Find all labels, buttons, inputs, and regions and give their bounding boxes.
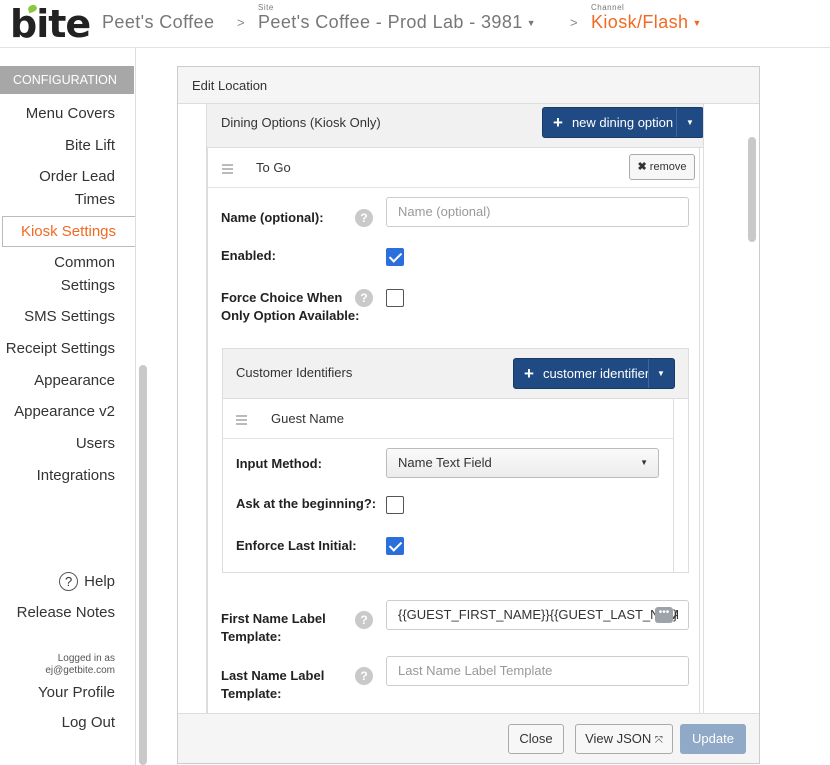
last-name-template-label: Last Name Label Template: <box>221 668 325 701</box>
close-icon: ✖ <box>637 161 647 173</box>
first-name-template-label: First Name Label Template: <box>221 611 326 644</box>
sidebar-item-receipt-settings[interactable]: Receipt Settings <box>6 337 115 360</box>
input-method-select[interactable]: Name Text Field ▼ <box>386 448 659 478</box>
modal-title: Edit Location <box>178 67 759 104</box>
name-input[interactable]: Name (optional) <box>386 197 689 227</box>
sidebar-item-order-lead-times[interactable]: Order Lead Times <box>39 165 115 211</box>
channel-label: Channel <box>591 3 625 12</box>
breadcrumb-separator: > <box>237 15 245 30</box>
edit-location-modal: Edit Location Dining Options (Kiosk Only… <box>177 66 760 764</box>
modal-scrollbar[interactable] <box>748 137 756 242</box>
enforce-last-initial-checkbox[interactable] <box>386 537 404 555</box>
chevron-down-icon: ▼ <box>640 458 648 467</box>
top-bar: bite Peet's Coffee > Site Peet's Coffee … <box>0 0 830 48</box>
ask-at-beginning-checkbox[interactable] <box>386 496 404 514</box>
sidebar-item-appearance[interactable]: Appearance <box>34 369 115 392</box>
force-choice-label: Force Choice When Only Option Available: <box>221 290 360 323</box>
plus-icon: + <box>553 113 563 132</box>
modal-body: Dining Options (Kiosk Only) + new dining … <box>206 104 704 714</box>
sidebar-item-menu-covers[interactable]: Menu Covers <box>26 102 115 125</box>
customer-identifiers-header: Customer Identifiers + customer identifie… <box>223 349 688 399</box>
view-json-button[interactable]: View JSON ⤧ <box>575 724 673 754</box>
sidebar-item-sms-settings[interactable]: SMS Settings <box>24 305 115 328</box>
last-name-template-input[interactable]: Last Name Label Template <box>386 656 689 686</box>
logged-in-label: Logged in as <box>57 653 115 664</box>
customer-identifier-card: Guest Name Input Method: Name Text Field… <box>223 399 674 572</box>
chevron-down-icon: ▼ <box>686 118 694 127</box>
help-link[interactable]: ? Help <box>59 570 115 593</box>
enabled-checkbox[interactable] <box>386 248 404 266</box>
chevron-down-icon: ▼ <box>526 18 536 29</box>
your-profile-link[interactable]: Your Profile <box>38 681 115 704</box>
help-icon[interactable]: ? <box>355 611 373 629</box>
sidebar-item-users[interactable]: Users <box>76 432 115 455</box>
sidebar-item-label: Common <box>54 254 115 271</box>
sidebar: CONFIGURATION Menu Covers Bite Lift Orde… <box>0 48 136 765</box>
breadcrumb-channel[interactable]: Kiosk/Flash ▼ <box>591 12 702 33</box>
breadcrumb-site[interactable]: Peet's Coffee - Prod Lab - 3981 ▼ <box>258 12 536 33</box>
sidebar-item-kiosk-settings[interactable]: Kiosk Settings <box>2 216 135 247</box>
sidebar-item-label: Order Lead <box>39 168 115 185</box>
ask-at-beginning-label: Ask at the beginning?: <box>236 496 377 511</box>
new-dining-option-button[interactable]: + new dining option ▼ <box>542 107 703 138</box>
help-icon[interactable]: ? <box>355 209 373 227</box>
chevron-down-icon: ▼ <box>692 18 702 29</box>
log-out-link[interactable]: Log Out <box>62 711 115 734</box>
dining-options-header: Dining Options (Kiosk Only) + new dining … <box>207 104 703 148</box>
dining-option-card: To Go ✖ remove Name (optional): ? Name (… <box>207 148 700 714</box>
sidebar-item-label: Times <box>74 191 115 208</box>
dining-options-title: Dining Options (Kiosk Only) <box>221 115 381 130</box>
customer-identifier-header: Guest Name <box>223 399 673 439</box>
dining-option-header: To Go ✖ remove <box>208 148 699 188</box>
help-icon[interactable]: ? <box>355 667 373 685</box>
enforce-last-initial-label: Enforce Last Initial: <box>236 538 357 553</box>
customer-identifiers-title: Customer Identifiers <box>236 365 353 380</box>
breadcrumb-separator: > <box>570 15 578 30</box>
site-label: Site <box>258 3 274 12</box>
add-customer-identifier-button[interactable]: + customer identifier ▼ <box>513 358 675 389</box>
more-icon[interactable]: ••• <box>655 607 673 623</box>
logged-in-info: Logged in as ej@getbite.com <box>45 653 115 677</box>
sidebar-item-integrations[interactable]: Integrations <box>37 464 115 487</box>
release-notes-link[interactable]: Release Notes <box>17 601 115 624</box>
remove-button[interactable]: ✖ remove <box>629 154 695 180</box>
sidebar-item-common-settings[interactable]: Common Settings <box>54 251 115 297</box>
sidebar-scrollbar[interactable] <box>139 365 147 765</box>
plus-icon: + <box>524 364 534 383</box>
sidebar-item-bite-lift[interactable]: Bite Lift <box>65 134 115 157</box>
input-method-label: Input Method: <box>236 456 322 471</box>
breadcrumb-brand[interactable]: Peet's Coffee <box>102 12 214 33</box>
help-icon[interactable]: ? <box>355 289 373 307</box>
force-choice-checkbox[interactable] <box>386 289 404 307</box>
configuration-header[interactable]: CONFIGURATION <box>0 66 134 94</box>
sidebar-item-appearance-v2[interactable]: Appearance v2 <box>14 400 115 423</box>
bite-logo[interactable]: bite <box>10 2 91 46</box>
first-name-template-input[interactable]: {{GUEST_FIRST_NAME}}{{GUEST_LAST_NAM } •… <box>386 600 689 630</box>
user-email: ej@getbite.com <box>45 665 115 676</box>
dining-option-name: To Go <box>256 160 291 175</box>
close-button[interactable]: Close <box>508 724 564 754</box>
update-button[interactable]: Update <box>680 724 746 754</box>
customer-identifier-name: Guest Name <box>271 411 344 426</box>
customer-identifiers-panel: Customer Identifiers + customer identifie… <box>222 348 689 573</box>
chevron-down-icon: ▼ <box>657 369 665 378</box>
name-label: Name (optional): <box>221 210 324 225</box>
drag-handle-icon[interactable] <box>222 164 233 176</box>
enabled-label: Enabled: <box>221 248 276 263</box>
drag-handle-icon[interactable] <box>236 415 247 427</box>
sidebar-item-label: Settings <box>60 277 115 294</box>
help-icon: ? <box>59 572 79 591</box>
external-link-icon: ⤧ <box>654 735 663 746</box>
modal-footer: Close View JSON ⤧ Update <box>178 713 759 763</box>
